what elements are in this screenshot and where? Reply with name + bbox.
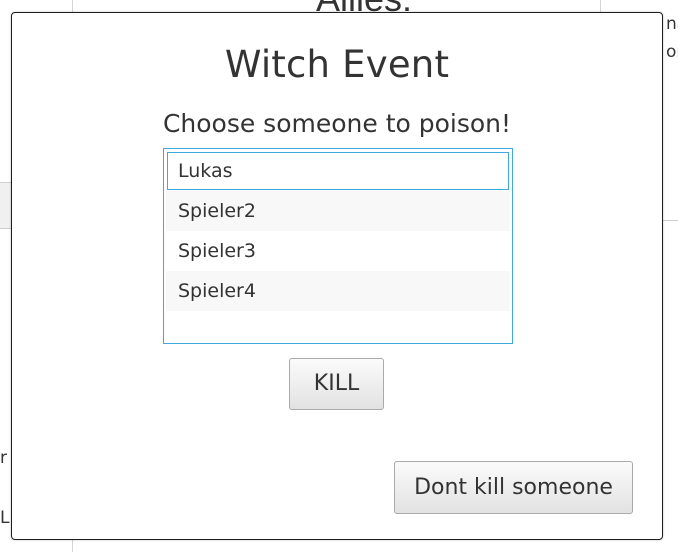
background-right-text: na xyxy=(666,14,678,34)
background-right-panel xyxy=(662,0,678,552)
background-left-text: r xyxy=(0,448,7,468)
player-list-item[interactable]: Spieler4 xyxy=(166,271,510,311)
background-divider xyxy=(662,220,678,221)
dialog-title: Witch Event xyxy=(224,43,450,86)
player-list-item[interactable]: Spieler2 xyxy=(166,191,510,231)
player-list-item-selected[interactable]: Lukas xyxy=(166,151,510,191)
player-list-item[interactable]: Spieler3 xyxy=(166,231,510,271)
kill-button[interactable]: KILL xyxy=(289,358,384,410)
background-column-divider xyxy=(600,0,601,12)
dialog-prompt: Choose someone to poison! xyxy=(162,109,512,138)
background-right-text: om xyxy=(666,42,678,62)
app-window: Allies: na om r L Witch Event Choose som… xyxy=(0,0,678,552)
background-left-text: L xyxy=(0,508,10,528)
dont-kill-button[interactable]: Dont kill someone xyxy=(394,461,633,514)
witch-event-dialog: Witch Event Choose someone to poison! Lu… xyxy=(11,12,663,540)
player-list[interactable]: Lukas Spieler2 Spieler3 Spieler4 xyxy=(163,148,513,344)
